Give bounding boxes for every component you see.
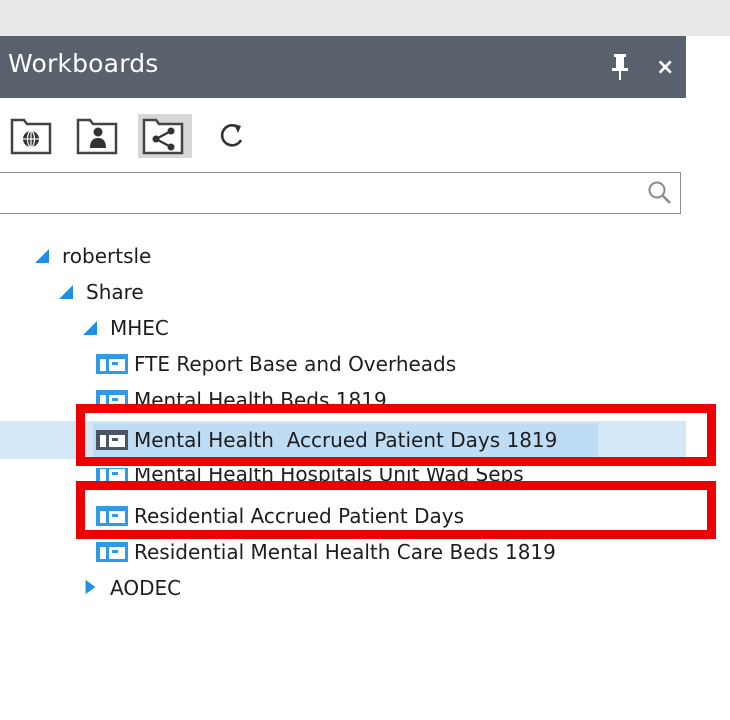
tree-node-label: Mental Health Accrued Patient Days 1819 — [134, 428, 558, 452]
tree-node-label: Mental Health Beds 1819 — [134, 388, 387, 410]
tree-node-mental-health-accrued[interactable]: Mental Health Accrued Patient Days 1819 — [0, 422, 680, 458]
workboard-icon — [96, 354, 128, 374]
tree-node-label: AODEC — [110, 576, 182, 600]
expanded-arrow-icon — [35, 249, 49, 263]
top-bar — [0, 0, 730, 36]
search-icon[interactable] — [646, 179, 674, 207]
panel-header: Workboards × — [0, 36, 686, 98]
tree-node-label: Residential Mental Health Care Beds 1819 — [134, 540, 556, 564]
tree-node-share[interactable]: Share — [0, 274, 400, 310]
tree-node-mhec[interactable]: MHEC — [0, 310, 400, 346]
globe-folder-button[interactable] — [8, 114, 58, 158]
tree-node-mental-health-hospitals[interactable]: Mental Health Hospitals Unit Wad Seps — [0, 468, 600, 486]
tree-node-aodec[interactable]: AODEC — [0, 570, 400, 606]
workboard-icon — [96, 506, 128, 526]
tree-node-mental-health-beds[interactable]: Mental Health Beds 1819 — [0, 382, 600, 410]
globe-icon — [23, 130, 39, 148]
search-box — [0, 172, 681, 214]
expanded-arrow-icon — [59, 285, 73, 299]
tree-node-robertsle[interactable]: robertsle — [0, 238, 400, 274]
user-folder-button[interactable] — [74, 114, 124, 158]
tree-node-fte-report[interactable]: FTE Report Base and Overheads — [0, 346, 600, 382]
tree-node-label: Mental Health Hospitals Unit Wad Seps — [134, 468, 524, 486]
tree-node-residential-accrued[interactable]: Residential Accrued Patient Days — [0, 498, 600, 534]
workboard-icon — [96, 390, 128, 410]
tree-node-label: FTE Report Base and Overheads — [134, 352, 457, 376]
tree-node-label: MHEC — [110, 316, 169, 340]
workboard-icon — [96, 542, 128, 562]
expanded-arrow-icon — [83, 321, 97, 335]
refresh-icon — [220, 124, 243, 147]
workboard-icon — [96, 430, 128, 450]
search-input[interactable] — [0, 173, 630, 213]
panel-title: Workboards — [8, 49, 159, 78]
refresh-button[interactable] — [210, 114, 254, 158]
collapsed-arrow-icon — [85, 579, 96, 595]
share-folder-button[interactable] — [138, 114, 192, 158]
tree-node-label: robertsle — [62, 244, 152, 268]
workboard-icon — [96, 468, 128, 484]
workboards-panel: Workboards × robertsle Share MHEC FTE Re… — [0, 36, 686, 720]
close-icon[interactable]: × — [656, 57, 674, 79]
pin-icon[interactable] — [609, 53, 631, 81]
tree-node-label: Share — [86, 280, 144, 304]
tree-node-label: Residential Accrued Patient Days — [134, 504, 465, 528]
tree-node-residential-mh-care-beds[interactable]: Residential Mental Health Care Beds 1819 — [0, 534, 620, 570]
